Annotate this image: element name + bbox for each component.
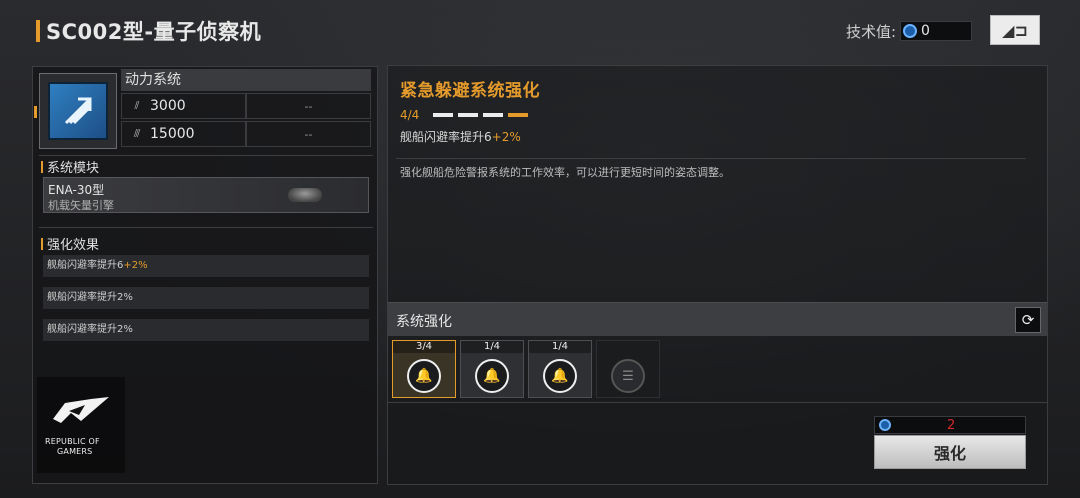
slot-count: 1/4 <box>529 341 591 353</box>
stat-current: ⫻ 15000 <box>121 121 246 147</box>
divider <box>39 155 373 156</box>
engine-icon <box>288 188 322 202</box>
enhance-button[interactable]: 强化 <box>874 435 1026 469</box>
thrust-icon: ⫽ <box>134 99 140 112</box>
effect-text: 舰船闪避率提升2% <box>47 324 133 335</box>
locked-slot-icon: ☰ <box>611 359 645 393</box>
upgrade-description: 强化舰船危险警报系统的工作效率，可以进行更短时间的姿态调整。 <box>400 166 730 179</box>
page-title: SC002型-量子侦察机 <box>46 20 262 44</box>
upgrade-effect: 舰船闪避率提升6+2% <box>400 128 521 145</box>
stat-value: 3000 <box>150 98 186 114</box>
module-section-title: 系统模块 <box>41 157 99 176</box>
module-name: ENA-30型 <box>48 183 105 197</box>
progress-segment <box>483 113 504 117</box>
effect-text: 舰船闪避率提升2% <box>47 292 133 303</box>
rog-logo: REPUBLIC OF GAMERS <box>37 377 125 473</box>
tech-value-box: 0 <box>900 21 972 41</box>
enhance-slot-2[interactable]: 1/4 🔔 <box>460 340 524 398</box>
module-card[interactable]: ENA-30型 机载矢量引擎 <box>43 177 369 213</box>
alarm-bell-icon: 🔔 <box>407 359 441 393</box>
upgrade-effect-text: 舰船闪避率提升6 <box>400 130 492 144</box>
stat-next: -- <box>246 93 371 119</box>
cost-value: 2 <box>947 418 956 433</box>
rog-text-2: GAMERS <box>57 447 93 456</box>
upgrade-effect-bonus: +2% <box>491 130 521 144</box>
tech-value-display: 技术值: 0 <box>846 20 972 42</box>
slot-count: 3/4 <box>393 341 455 353</box>
upgrade-title: 紧急躲避系统强化 <box>400 81 540 101</box>
system-header: 动力系统 ⫽ 3000 -- ⫻ 15000 -- <box>34 69 375 151</box>
stat-next: -- <box>246 121 371 147</box>
enhance-slot-4[interactable]: ☰ <box>596 340 660 398</box>
speed-boost-icon <box>48 82 108 140</box>
divider <box>388 402 1047 403</box>
slot-count: 1/4 <box>461 341 523 353</box>
refresh-icon: ⟳ <box>1021 311 1035 329</box>
stat-row: ⫽ 3000 -- <box>121 93 371 119</box>
title-accent <box>36 20 40 42</box>
stat-value: 15000 <box>150 126 195 142</box>
system-info-panel: 动力系统 ⫽ 3000 -- ⫻ 15000 -- 系统模块 ENA-30型 机… <box>32 66 378 484</box>
effects-section-title: 强化效果 <box>41 234 99 253</box>
rog-eye-icon <box>53 397 109 423</box>
alarm-bell-icon: 🔔 <box>475 359 509 393</box>
effect-text: 舰船闪避率提升6 <box>47 260 124 271</box>
divider <box>39 227 373 228</box>
back-arrow-icon: ◢⊐ <box>1002 20 1028 40</box>
refresh-button[interactable]: ⟳ <box>1015 307 1041 333</box>
cost-display: 2 <box>874 416 1026 434</box>
stat-row: ⫻ 15000 -- <box>121 121 371 147</box>
effect-row: 舰船闪避率提升2% <box>43 319 369 341</box>
cost-gem-icon <box>879 419 891 431</box>
boost-icon: ⫻ <box>133 127 141 140</box>
progress-segment <box>508 113 529 117</box>
upgrade-progress: 4/4 <box>400 108 533 122</box>
icon-accent <box>34 106 37 118</box>
enhance-slot-1[interactable]: 3/4 🔔 <box>392 340 456 398</box>
tech-label: 技术值: <box>845 22 896 41</box>
system-icon-frame[interactable] <box>34 73 117 149</box>
module-desc: 机载矢量引擎 <box>48 199 114 212</box>
module-section-label: 系统模块 <box>47 161 100 176</box>
back-button[interactable]: ◢⊐ <box>990 15 1040 45</box>
alarm-bell-icon: 🔔 <box>543 359 577 393</box>
section-accent <box>41 160 43 173</box>
upgrade-detail-panel: 紧急躲避系统强化 4/4 舰船闪避率提升6+2% 强化舰船危险警报系统的工作效率… <box>387 65 1048 485</box>
progress-text: 4/4 <box>400 108 420 122</box>
effects-section-label: 强化效果 <box>47 238 100 253</box>
stat-current: ⫽ 3000 <box>121 93 246 119</box>
section-accent <box>41 237 43 250</box>
system-name: 动力系统 <box>121 69 371 91</box>
progress-segment <box>458 113 479 117</box>
enhance-slot-3[interactable]: 1/4 🔔 <box>528 340 592 398</box>
effect-row: 舰船闪避率提升2% <box>43 287 369 309</box>
effect-bonus: +2% <box>123 260 148 271</box>
enhance-label: 系统强化 <box>396 314 452 330</box>
effect-row: 舰船闪避率提升6+2% <box>43 255 369 277</box>
enhance-bar: 系统强化 ⟳ <box>388 302 1047 336</box>
divider <box>396 158 1026 159</box>
tech-gem-icon <box>903 24 917 38</box>
tech-value: 0 <box>921 23 930 39</box>
title-bar: SC002型-量子侦察机 <box>36 14 261 48</box>
rog-text-1: REPUBLIC OF <box>45 437 100 446</box>
progress-segment <box>433 113 454 117</box>
